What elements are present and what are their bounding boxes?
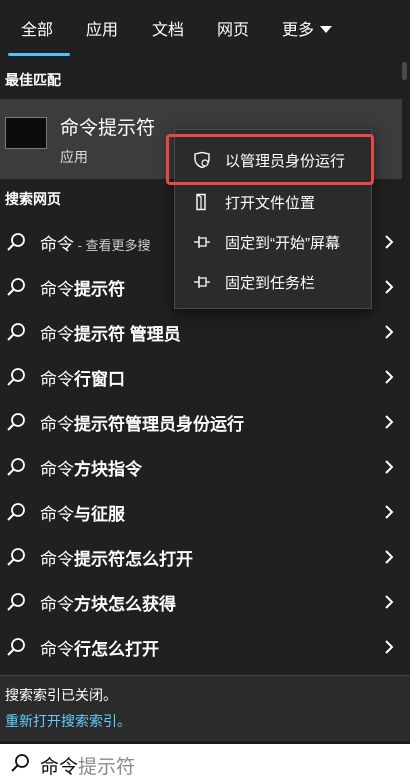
web-result-row[interactable]: 命令方块怎么获得 (0, 580, 402, 624)
tab-web[interactable]: 网页 (217, 16, 249, 40)
web-result-row[interactable]: 命令与征服 (0, 490, 402, 534)
chevron-right-icon (385, 640, 394, 654)
result-suffix: - 查看更多搜 (74, 238, 151, 253)
tab-all[interactable]: 全部 (21, 16, 53, 40)
web-result-row[interactable]: 命令提示符 管理员 (0, 310, 402, 354)
result-completion: 提示符管理员身份运行 (74, 415, 244, 434)
pin-icon (194, 276, 210, 288)
search-icon (7, 638, 25, 656)
result-query: 命令 (40, 460, 74, 479)
search-typed-text: 命令 (40, 757, 79, 778)
chevron-right-icon (385, 415, 394, 429)
result-completion: 方块指令 (74, 460, 142, 479)
search-icon (7, 548, 25, 566)
menu-item-open-file-location[interactable]: 打开文件位置 (175, 182, 371, 222)
chevron-down-icon (320, 26, 333, 33)
search-icon (7, 593, 25, 611)
result-completion: 提示符 管理员 (74, 325, 181, 344)
pin-icon (194, 236, 210, 248)
chevron-right-icon (385, 505, 394, 519)
chevron-right-icon (385, 325, 394, 339)
chevron-right-icon (385, 460, 394, 474)
web-search-heading: 搜索网页 (5, 191, 61, 207)
tab-documents[interactable]: 文档 (152, 16, 184, 40)
result-completion: 提示符 (74, 280, 125, 299)
web-result-row[interactable]: 命令方块指令 (0, 445, 402, 489)
web-result-row[interactable]: 命令提示符怎么打开 (0, 535, 402, 579)
search-box[interactable]: 命令提示符 (0, 742, 410, 782)
search-icon (7, 368, 25, 386)
search-icon (7, 413, 25, 431)
search-icon (7, 458, 25, 476)
web-result-text: 命令提示符 管理员 (40, 320, 181, 345)
web-result-text: 命令方块怎么获得 (40, 590, 176, 615)
search-icon (7, 233, 25, 251)
web-result-row[interactable]: 命令行窗口 (0, 355, 402, 399)
result-query: 命令 (40, 280, 74, 299)
web-result-text: 命令方块指令 (40, 455, 142, 480)
search-icon (7, 323, 25, 341)
result-completion: 方块怎么获得 (74, 595, 176, 614)
menu-item-pin-to-start[interactable]: 固定到“开始”屏幕 (175, 222, 371, 262)
menu-item-pin-to-taskbar[interactable]: 固定到任务栏 (175, 262, 371, 302)
result-query: 命令 (40, 370, 74, 389)
menu-item-label: 固定到任务栏 (225, 275, 316, 292)
web-result-text: 命令行怎么打开 (40, 635, 159, 660)
chevron-right-icon (385, 370, 394, 384)
web-result-text: 命令提示符管理员身份运行 (40, 410, 244, 435)
search-autocomplete: 提示符 (78, 757, 136, 778)
chevron-right-icon (385, 595, 394, 609)
search-icon (7, 278, 25, 296)
scrollbar[interactable] (401, 62, 409, 682)
tab-more[interactable]: 更多 (282, 16, 333, 40)
search-icon (11, 754, 29, 772)
result-query: 命令 (40, 415, 74, 434)
scrollbar-thumb[interactable] (402, 62, 407, 80)
result-completion: 与征服 (74, 505, 125, 524)
folder-icon (196, 193, 206, 211)
chevron-right-icon (385, 235, 394, 249)
best-match-type: 应用 (60, 149, 88, 165)
search-input[interactable]: 命令提示符 (40, 752, 135, 779)
chevron-right-icon (385, 280, 394, 294)
web-result-row[interactable]: 命令提示符管理员身份运行 (0, 400, 402, 444)
search-index-notice: 搜索索引已关闭。 重新打开搜索索引。 (0, 675, 410, 741)
result-query: 命令 (40, 595, 74, 614)
web-result-text: 命令 - 查看更多搜 (40, 230, 151, 255)
result-query: 命令 (40, 325, 74, 344)
web-result-text: 命令行窗口 (40, 365, 125, 390)
result-completion: 行窗口 (74, 370, 125, 389)
tab-apps[interactable]: 应用 (86, 16, 118, 40)
search-icon (7, 503, 25, 521)
menu-item-label: 以管理员身份运行 (225, 153, 346, 170)
command-prompt-app-icon (5, 117, 47, 149)
chevron-right-icon (385, 550, 394, 564)
result-completion: 提示符怎么打开 (74, 550, 193, 569)
context-menu: 以管理员身份运行 打开文件位置 固定到“开始”屏幕 固定到任务栏 (174, 129, 372, 309)
web-result-text: 命令与征服 (40, 500, 125, 525)
active-tab-indicator (8, 53, 70, 56)
menu-item-label: 打开文件位置 (225, 195, 316, 212)
web-result-text: 命令提示符 (40, 275, 125, 300)
result-completion: 行怎么打开 (74, 640, 159, 659)
result-query: 命令 (40, 505, 74, 524)
result-query: 命令 (40, 235, 74, 254)
menu-item-run-as-admin[interactable]: 以管理员身份运行 (175, 140, 371, 180)
best-match-heading: 最佳匹配 (5, 72, 61, 88)
result-query: 命令 (40, 640, 74, 659)
menu-item-label: 固定到“开始”屏幕 (225, 235, 340, 252)
shield-icon (194, 151, 210, 169)
web-result-text: 命令提示符怎么打开 (40, 545, 193, 570)
result-query: 命令 (40, 550, 74, 569)
reenable-index-link[interactable]: 重新打开搜索索引。 (5, 711, 131, 731)
index-off-message: 搜索索引已关闭。 (5, 687, 117, 703)
tab-more-label: 更多 (282, 22, 315, 39)
best-match-name: 命令提示符 (60, 118, 156, 139)
filter-tabs: 全部 应用 文档 网页 更多 (0, 0, 410, 58)
web-result-row[interactable]: 命令行怎么打开 (0, 625, 402, 669)
